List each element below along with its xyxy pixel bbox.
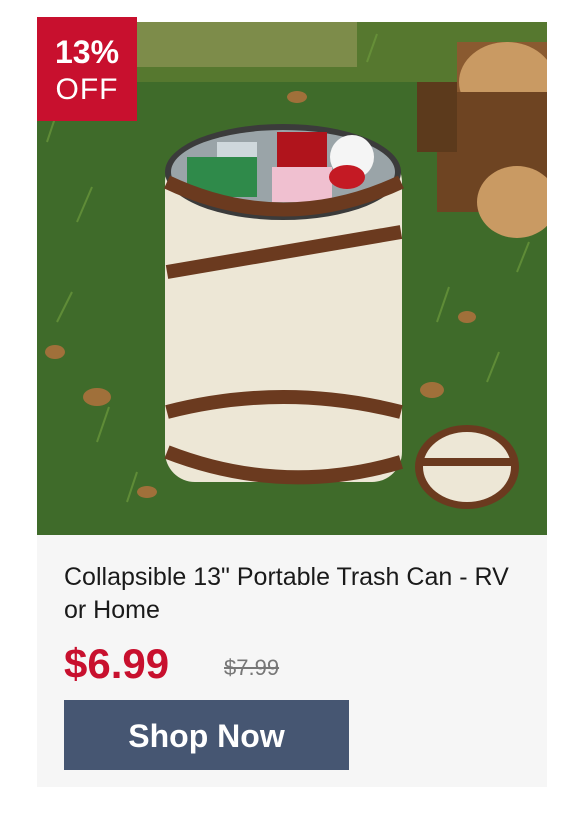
discount-badge: 13% OFF bbox=[37, 17, 137, 121]
discount-label: OFF bbox=[55, 73, 119, 106]
shop-now-button[interactable]: Shop Now bbox=[64, 700, 349, 770]
sale-price: $6.99 bbox=[64, 640, 170, 687]
discount-percent: 13% bbox=[54, 34, 120, 70]
product-title[interactable]: Collapsible 13" Portable Trash Can - RV … bbox=[64, 561, 524, 627]
original-price: $7.99 bbox=[224, 655, 280, 680]
